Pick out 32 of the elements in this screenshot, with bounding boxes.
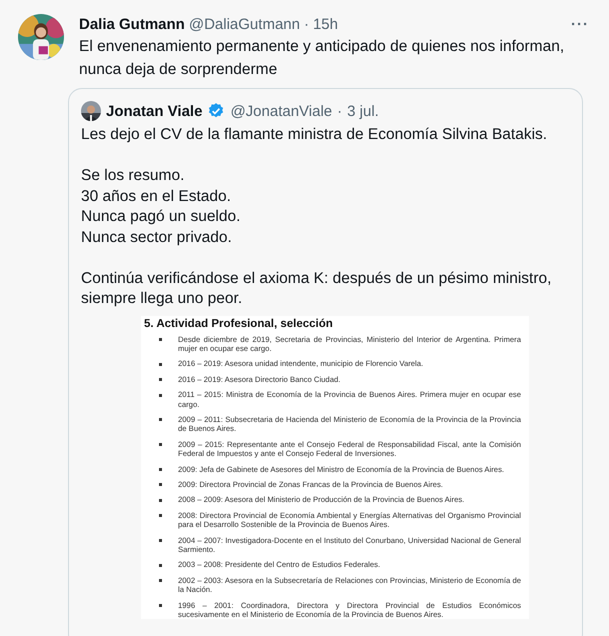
author-name: Jonatan Viale — [106, 102, 202, 120]
quoted-tweet-card[interactable] — [68, 88, 583, 636]
quote-text: Nunca pagó un sueldo. — [81, 207, 242, 227]
separator: · — [304, 16, 309, 32]
separator: · — [337, 102, 342, 120]
quote-text: Nunca sector privado. — [81, 228, 233, 248]
quote-text: Se los resumo. — [81, 166, 186, 186]
quote-text: 30 años en el Estado. — [81, 186, 232, 206]
bullet-icon — [159, 418, 162, 422]
bullet-icon — [159, 514, 162, 518]
bullet-icon — [159, 498, 162, 502]
more-button[interactable]: ··· — [567, 16, 593, 32]
tweet-text: El envenenamiento permanente y anticipado de quienes nos informan, nunca deja de sorprenderme — [79, 37, 566, 80]
bullet-icon — [159, 604, 162, 608]
author-handle[interactable]: @DaliaGutmann — [188, 16, 300, 32]
timestamp[interactable]: 15h — [312, 16, 338, 32]
author-name[interactable]: Dalia Gutmann — [79, 16, 185, 32]
bullet-icon — [159, 378, 162, 382]
bullet-icon — [159, 564, 162, 567]
quote-text: Les dejo el CV de la flamante ministra de Economía Silvina Batakis. — [81, 125, 548, 145]
bullet-icon — [159, 483, 162, 486]
bullet-icon — [159, 579, 162, 582]
bullet-icon — [159, 539, 162, 542]
bullet-icon — [159, 394, 162, 397]
author-handle: @JonatanViale — [230, 102, 332, 120]
bullet-icon — [159, 468, 162, 472]
bullet-icon — [159, 443, 162, 446]
bullet-icon — [159, 338, 162, 341]
document-heading: 5. Actividad Profesional, selección — [144, 318, 334, 330]
timestamp: 3 jul. — [347, 102, 379, 120]
bullet-icon — [159, 362, 162, 366]
quote-text: Continúa verificándose el axioma K: después de un pésimo ministro, siempre llega uno peor. — [81, 268, 552, 309]
